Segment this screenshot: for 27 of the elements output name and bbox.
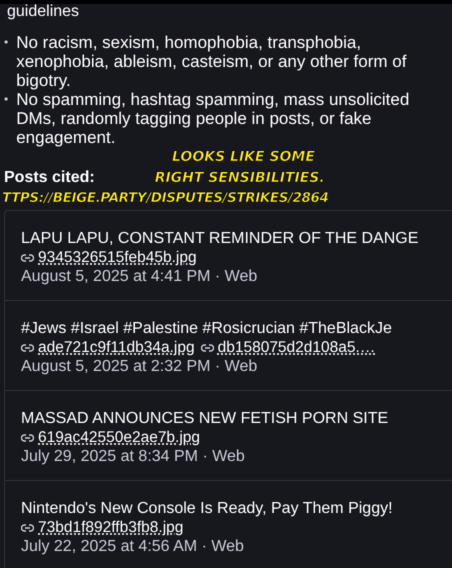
annotation-url: TTPS://BEIGE.PARTY/DISPUTES/STRIKES/2864 <box>2 190 329 206</box>
attachment-link[interactable]: db158075d2d108a5.… <box>218 338 376 357</box>
post-title: Nintendo's New Console Is Ready, Pay Them Piggy! <box>21 499 393 518</box>
post-date: August 5, 2025 at 4:41 PM · Web <box>21 267 258 286</box>
link-icon <box>21 344 34 352</box>
post-title: #Jews #Israel #Palestine #Rosicrucian #TheBlackJe <box>21 319 392 338</box>
link-icon <box>200 344 214 352</box>
rule-text: No spamming, hashtag spamming, mass unsolicited DMs, randomly tagging people in posts, or fake engagement. <box>16 90 410 147</box>
link-icon <box>21 434 34 442</box>
attachment-link[interactable]: 73bd1f892ffb3fb8.jpg <box>38 518 184 537</box>
post-title: LAPU LAPU, CONSTANT REMINDER OF THE DANGE <box>21 229 418 248</box>
link-icon <box>21 524 34 532</box>
post-title: MASSAD ANNOUNCES NEW FETISH PORN SITE <box>21 409 388 428</box>
bullet: • <box>4 91 8 108</box>
attachment-link[interactable]: ade721c9f11db34a.jpg <box>38 338 195 357</box>
annotation-text: RIGHT SENSIBILITIES. <box>154 170 325 186</box>
post-date: July 29, 2025 at 8:34 PM · Web <box>21 447 245 466</box>
bullet: • <box>4 34 8 51</box>
rule-text: No racism, sexism, homophobia, transphobia, xenophobia, ableism, casteism, or any other form of bigotry. <box>16 33 408 90</box>
post-date: July 22, 2025 at 4:56 AM · Web <box>21 537 244 556</box>
attachment-link[interactable]: 619ac42550e2ae7b.jpg <box>38 428 200 447</box>
link-icon <box>21 254 34 262</box>
guidelines-text: guidelines <box>7 4 80 19</box>
annotation-text: LOOKS LIKE SOME <box>172 149 315 165</box>
attachment-link[interactable]: 9345326515feb45b.jpg <box>38 248 197 267</box>
post-date: August 5, 2025 at 2:32 PM · Web <box>21 357 258 376</box>
section-heading: Posts cited: <box>4 169 95 187</box>
